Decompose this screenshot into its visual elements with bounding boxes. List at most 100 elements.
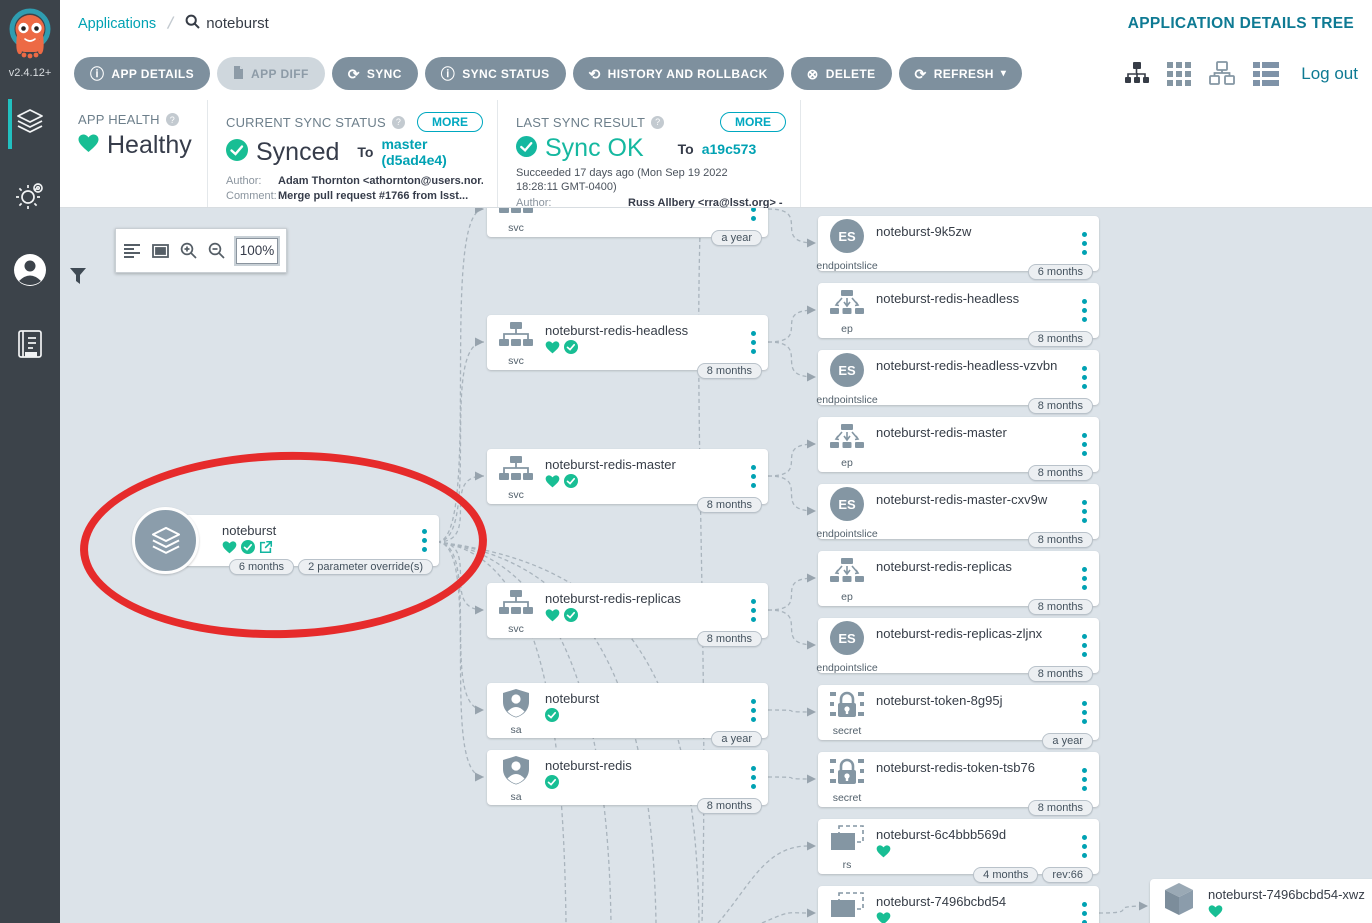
zoom-level-input[interactable]: [236, 238, 278, 264]
node-menu-button[interactable]: [738, 683, 768, 738]
node-menu-button[interactable]: [1069, 819, 1099, 874]
last-sync-target-link[interactable]: a19c573: [702, 141, 757, 157]
node-menu-button[interactable]: [738, 449, 768, 504]
application-node[interactable]: noteburst 6 months2 parameter override(s…: [132, 507, 439, 566]
view-grid-icon[interactable]: [1167, 62, 1191, 86]
fit-to-screen-icon[interactable]: [152, 244, 169, 258]
info-icon: ⓘ: [441, 67, 455, 81]
sidebar-item-user[interactable]: [0, 243, 60, 301]
sidebar-item-applications[interactable]: [0, 95, 60, 153]
resource-node[interactable]: ESendpointslicenoteburst-9k5zw6 months: [818, 216, 1099, 271]
node-tag: 8 months: [1028, 532, 1093, 548]
node-menu-button[interactable]: [1069, 752, 1099, 807]
node-menu-button[interactable]: [738, 583, 768, 638]
node-title: noteburst-9k5zw: [876, 224, 1069, 239]
node-menu-button[interactable]: [738, 315, 768, 370]
node-tag: 8 months: [697, 631, 762, 647]
sidebar-item-settings[interactable]: [0, 169, 60, 227]
comment-value: Merge pull request #1766 from lsst...: [278, 189, 468, 204]
app-details-button[interactable]: ⓘ APP DETAILS: [74, 57, 210, 90]
user-icon: [12, 252, 48, 293]
node-kind-label: sa: [510, 724, 521, 736]
node-title: noteburst-7496bcbd54-xwz: [1208, 887, 1372, 902]
resource-node[interactable]: epnoteburst-redis-headless8 months: [818, 283, 1099, 338]
zoom-in-icon[interactable]: [180, 242, 197, 259]
check-icon: [564, 608, 578, 627]
secret-icon: [829, 758, 865, 791]
sidebar-item-documentation[interactable]: [0, 317, 60, 375]
node-menu-button[interactable]: [1069, 618, 1099, 673]
layout-icon[interactable]: [124, 244, 141, 258]
view-tree-icon[interactable]: [1124, 61, 1149, 86]
node-title: noteburst-7496bcbd54: [876, 894, 1069, 909]
sync-target-link[interactable]: master (d5ad4e4): [381, 136, 483, 168]
logout-button[interactable]: Log out: [1301, 64, 1358, 84]
gear-icon: [13, 179, 47, 218]
filter-icon[interactable]: [70, 268, 86, 289]
heart-icon: [545, 609, 560, 627]
node-tag: 8 months: [1028, 666, 1093, 682]
refresh-button[interactable]: ⟳ REFRESH ▾: [899, 57, 1023, 90]
sa-icon: [502, 688, 530, 723]
node-tag: 8 months: [697, 497, 762, 513]
resource-node[interactable]: svcnoteburst-redis-master8 months: [487, 449, 768, 504]
resource-node[interactable]: sanoteburst-redis8 months: [487, 750, 768, 805]
node-menu-button[interactable]: [738, 750, 768, 805]
resource-node[interactable]: rsnoteburst-7496bcbd54: [818, 886, 1099, 923]
node-menu-button[interactable]: [1069, 886, 1099, 923]
last-sync-more-button[interactable]: MORE: [720, 112, 786, 132]
breadcrumb-current[interactable]: noteburst: [185, 14, 269, 33]
resource-node[interactable]: rsnoteburst-6c4bbb569d4 monthsrev:66: [818, 819, 1099, 874]
node-menu-button[interactable]: [1069, 551, 1099, 606]
app-diff-button[interactable]: APP DIFF: [217, 57, 325, 90]
view-list-icon[interactable]: [1253, 62, 1279, 86]
node-title: noteburst-6c4bbb569d: [876, 827, 1069, 842]
sync-button[interactable]: ⟳ SYNC: [332, 57, 418, 90]
resource-node[interactable]: ESendpointslicenoteburst-redis-replicas-…: [818, 618, 1099, 673]
resource-node[interactable]: secretnoteburst-redis-token-tsb768 month…: [818, 752, 1099, 807]
node-tag: 8 months: [1028, 465, 1093, 481]
check-icon: [564, 340, 578, 359]
last-sync-panel: LAST SYNC RESULT ? MORE Sync OK To a19c5…: [497, 100, 800, 207]
resource-node[interactable]: svcnoteburst-redis-headless8 months: [487, 315, 768, 370]
sync-status-value: Synced: [256, 138, 339, 167]
heart-icon: [545, 208, 560, 211]
node-menu-button[interactable]: [1069, 283, 1099, 338]
breadcrumb-applications[interactable]: Applications: [78, 16, 156, 32]
view-network-icon[interactable]: [1209, 61, 1235, 86]
sync-status-button[interactable]: ⓘ SYNC STATUS: [425, 57, 566, 90]
delete-button[interactable]: ⊗ DELETE: [791, 57, 892, 90]
node-tag: 2 parameter override(s): [298, 559, 433, 575]
node-menu-button[interactable]: [1069, 417, 1099, 472]
resource-node[interactable]: epnoteburst-redis-replicas8 months: [818, 551, 1099, 606]
node-title: noteburst-redis-master: [545, 457, 738, 472]
node-title: noteburst-redis-master: [876, 425, 1069, 440]
node-title: noteburst-token-8g95j: [876, 693, 1069, 708]
zoom-out-icon[interactable]: [208, 242, 225, 259]
svc-icon: [499, 321, 533, 354]
secret-icon: [829, 691, 865, 724]
node-menu-button[interactable]: [1069, 350, 1099, 405]
node-menu-button[interactable]: [1069, 484, 1099, 539]
delete-icon: ⊗: [807, 67, 819, 81]
node-menu-button[interactable]: [1069, 685, 1099, 740]
node-title: noteburst-redis-replicas-zljnx: [876, 626, 1069, 641]
to-label: To: [357, 144, 373, 160]
node-kind-label: endpointslice: [816, 260, 877, 272]
node-menu-button[interactable]: [1069, 216, 1099, 271]
resource-tree-canvas[interactable]: noteburst 6 months2 parameter override(s…: [60, 208, 1372, 923]
resource-node[interactable]: epnoteburst-redis-master8 months: [818, 417, 1099, 472]
resource-node[interactable]: svcnoteburst-redis-replicas8 months: [487, 583, 768, 638]
breadcrumb-app-name: noteburst: [206, 15, 269, 32]
resource-node[interactable]: ESendpointslicenoteburst-redis-master-cx…: [818, 484, 1099, 539]
resource-node[interactable]: ESendpointslicenoteburst-redis-headless-…: [818, 350, 1099, 405]
node-title: noteburst: [545, 691, 738, 706]
resource-node[interactable]: svca year: [487, 208, 768, 237]
history-rollback-button[interactable]: ⟲ HISTORY AND ROLLBACK: [573, 57, 784, 90]
status-bar: APP HEALTH ? Healthy CURRENT SYNC STATUS…: [60, 100, 1372, 208]
node-title: noteburst-redis-headless: [545, 323, 738, 338]
sync-more-button[interactable]: MORE: [417, 112, 483, 132]
resource-node[interactable]: sanotebursta year: [487, 683, 768, 738]
resource-node[interactable]: podnoteburst-7496bcbd54-xwz: [1150, 879, 1372, 923]
resource-node[interactable]: secretnoteburst-token-8g95ja year: [818, 685, 1099, 740]
